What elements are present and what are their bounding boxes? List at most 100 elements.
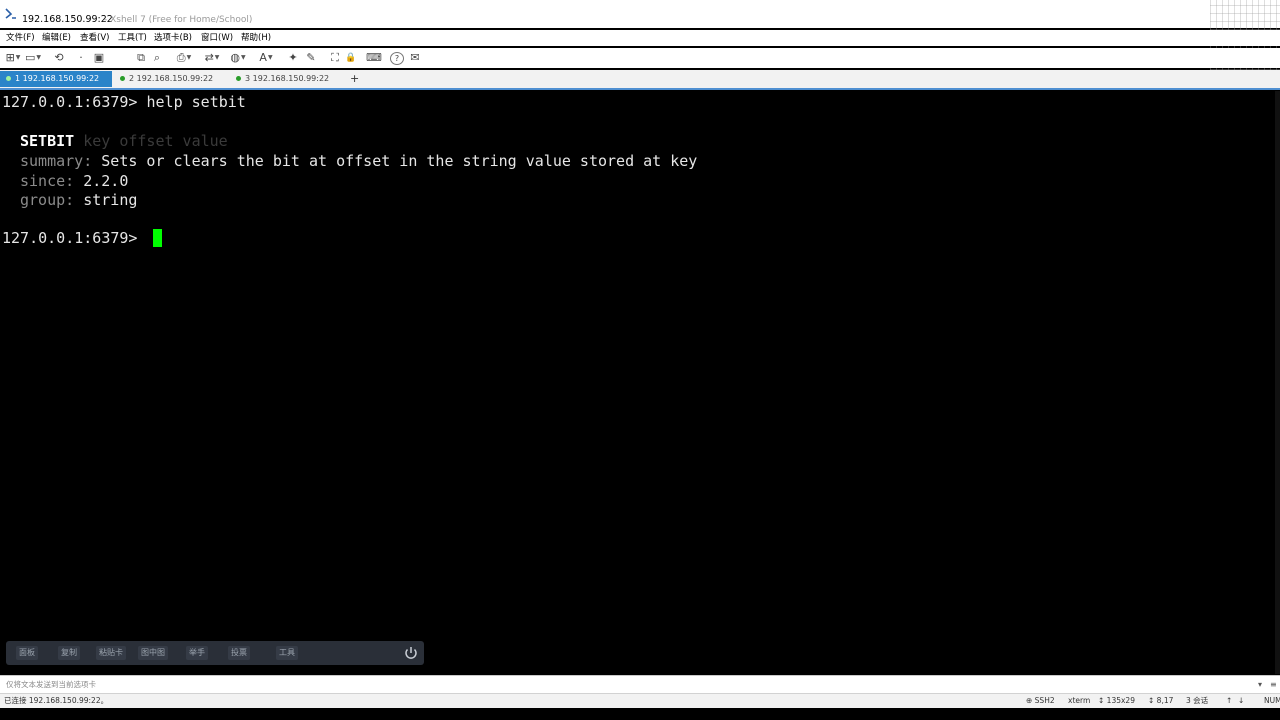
print-glyph: ⎙ <box>176 51 186 64</box>
font-glyph: A <box>259 51 267 64</box>
print-icon[interactable]: ⎙ ▼ <box>174 51 194 65</box>
send-menu-icon[interactable]: ≡ <box>1270 676 1277 693</box>
title-bar: 192.168.150.99:22 - Xshell 7 (Free for H… <box>0 0 1280 86</box>
find-icon[interactable]: ⌕ <box>150 51 164 65</box>
menu-help[interactable]: 帮助(H) <box>241 32 271 44</box>
transfer-caret-icon: ▼ <box>214 54 220 61</box>
terminal-scrollbar[interactable] <box>1275 91 1280 674</box>
font-caret-icon: ▼ <box>267 54 273 61</box>
terminal-line-since: since: 2.2.0 <box>20 171 128 191</box>
protocol-text: SSH2 <box>1034 696 1055 705</box>
summary-value: Sets or clears the bit at offset in the … <box>101 152 698 170</box>
properties-icon[interactable]: ▣ <box>92 51 106 65</box>
position-icon: ↕ <box>1148 696 1157 705</box>
tab-underline <box>0 88 1280 90</box>
copy-icon[interactable]: ⧉ <box>134 51 148 65</box>
quickbar-vote-button[interactable]: 投票 <box>228 646 250 660</box>
status-arrow-down-icon[interactable]: ↓ <box>1238 694 1244 708</box>
summary-label: summary: <box>20 152 102 170</box>
terminal-prompt: 127.0.0.1:6379> <box>2 229 147 247</box>
open-folder-caret-icon: ▼ <box>36 54 42 61</box>
open-folder-icon[interactable]: ▭ ▼ <box>24 51 42 65</box>
size-text: 135x29 <box>1106 696 1135 705</box>
compose-icon[interactable]: ✎ <box>304 51 318 65</box>
toolbar: ⊞ ▼ ▭ ▼ ⟲ · ▣ ⧉ ⌕ ⎙ ▼ ⇄ ▼ ◍ ▼ A ▼ ✦ ✎ ⛶ 🔒 ⌨ ? … <box>0 48 1280 68</box>
since-label: since: <box>20 172 84 190</box>
tab-label: 2 192.168.150.99:22 <box>129 74 214 83</box>
tab-session-1[interactable]: 1 192.168.150.99:22 <box>0 71 112 87</box>
compose-send-bar[interactable]: 仅将文本发送到当前选项卡 ▾ ≡ <box>0 675 1280 693</box>
quickbar-copy-button[interactable]: 复制 <box>58 646 80 660</box>
window-title: 192.168.150.99:22 <box>22 14 113 25</box>
size-icon: ↕ <box>1098 696 1107 705</box>
status-size: ↕ 135x29 <box>1098 694 1135 708</box>
lock-icon[interactable]: 🔒 <box>344 51 358 65</box>
new-session-glyph: ⊞ <box>5 51 15 64</box>
quickbar-tools-button[interactable]: 工具 <box>276 646 298 660</box>
font-icon[interactable]: A ▼ <box>256 51 276 65</box>
xshell-app-icon <box>5 8 16 19</box>
status-sessions: 3 会话 <box>1186 696 1209 705</box>
connected-status-icon <box>6 76 11 81</box>
quickbar-paste-button[interactable]: 粘贴卡 <box>96 646 126 660</box>
add-tab-button[interactable]: + <box>350 71 359 87</box>
open-folder-glyph: ▭ <box>24 51 36 64</box>
status-terminal-type: xterm <box>1068 696 1091 705</box>
tab-label: 1 192.168.150.99:22 <box>15 74 100 83</box>
protocol-icon: ⊕ <box>1026 696 1035 705</box>
keyboard-icon[interactable]: ⌨ <box>366 51 382 65</box>
new-session-icon[interactable]: ⊞ ▼ <box>4 51 22 65</box>
group-label: group: <box>20 191 84 209</box>
quick-command-bar: 面板 复制 粘贴卡 图中图 举手 投票 工具 <box>6 641 424 665</box>
reconnect-icon[interactable]: ⟲ <box>52 51 66 65</box>
terminal-area[interactable]: 127.0.0.1:6379> help setbit SETBIT key o… <box>0 91 1275 674</box>
help-icon[interactable]: ? <box>390 52 404 65</box>
status-arrow-up-icon[interactable]: ↑ <box>1226 694 1232 708</box>
menu-edit[interactable]: 编辑(E) <box>42 32 71 44</box>
terminal-line-group: group: string <box>20 190 137 210</box>
tab-session-2[interactable]: 2 192.168.150.99:22 <box>114 71 228 87</box>
terminal-command: help setbit <box>146 93 246 111</box>
status-bar: 已连接 192.168.150.99:22。 ⊕ SSH2 xterm ↕ 13… <box>0 693 1280 708</box>
terminal-line-syntax: SETBIT key offset value <box>20 131 228 151</box>
quickbar-pip-button[interactable]: 图中图 <box>138 646 168 660</box>
connection-status: 已连接 192.168.150.99:22。 <box>4 696 109 705</box>
group-value: string <box>83 191 138 209</box>
globe-glyph: ◍ <box>230 51 240 64</box>
quickbar-panel-button[interactable]: 面板 <box>16 646 38 660</box>
globe-caret-icon: ▼ <box>240 54 246 61</box>
globe-icon[interactable]: ◍ ▼ <box>228 51 248 65</box>
quickbar-raise-hand-button[interactable]: 举手 <box>186 646 208 660</box>
status-protocol: ⊕ SSH2 <box>1026 694 1055 708</box>
since-value: 2.2.0 <box>83 172 129 190</box>
send-target-text: 仅将文本发送到当前选项卡 <box>6 680 96 689</box>
menu-tab[interactable]: 选项卡(B) <box>154 32 192 44</box>
connected-status-icon <box>120 76 125 81</box>
terminal-prompt: 127.0.0.1:6379> <box>2 93 147 111</box>
disconnect-icon[interactable]: · <box>76 51 86 65</box>
send-dropdown-icon[interactable]: ▾ <box>1258 676 1262 693</box>
menu-tools[interactable]: 工具(T) <box>118 32 147 44</box>
fullscreen-icon[interactable]: ⛶ <box>328 51 342 65</box>
window-subtitle: - Xshell 7 (Free for Home/School) <box>104 15 253 25</box>
command-args: key offset value <box>83 132 228 150</box>
screen-bottom-strip <box>0 708 1280 720</box>
new-session-caret-icon: ▼ <box>15 54 21 61</box>
power-icon[interactable] <box>402 644 420 662</box>
chat-icon[interactable]: ✉ <box>408 51 422 65</box>
menu-file[interactable]: 文件(F) <box>6 32 35 44</box>
menu-window[interactable]: 窗口(W) <box>201 32 233 44</box>
tab-session-3[interactable]: 3 192.168.150.99:22 <box>230 71 344 87</box>
script-icon[interactable]: ✦ <box>286 51 300 65</box>
terminal-line-prompt: 127.0.0.1:6379> <box>2 228 147 248</box>
position-text: 8,17 <box>1156 696 1174 705</box>
transfer-icon[interactable]: ⇄ ▼ <box>202 51 222 65</box>
menu-view[interactable]: 查看(V) <box>80 32 109 44</box>
terminal-line-summary: summary: Sets or clears the bit at offse… <box>20 151 697 171</box>
connected-status-icon <box>236 76 241 81</box>
tab-label: 3 192.168.150.99:22 <box>245 74 330 83</box>
status-position: ↕ 8,17 <box>1148 694 1173 708</box>
terminal-cursor <box>153 229 162 247</box>
session-tab-bar: 1 192.168.150.99:22 2 192.168.150.99:22 … <box>0 70 1280 89</box>
print-caret-icon: ▼ <box>186 54 192 61</box>
